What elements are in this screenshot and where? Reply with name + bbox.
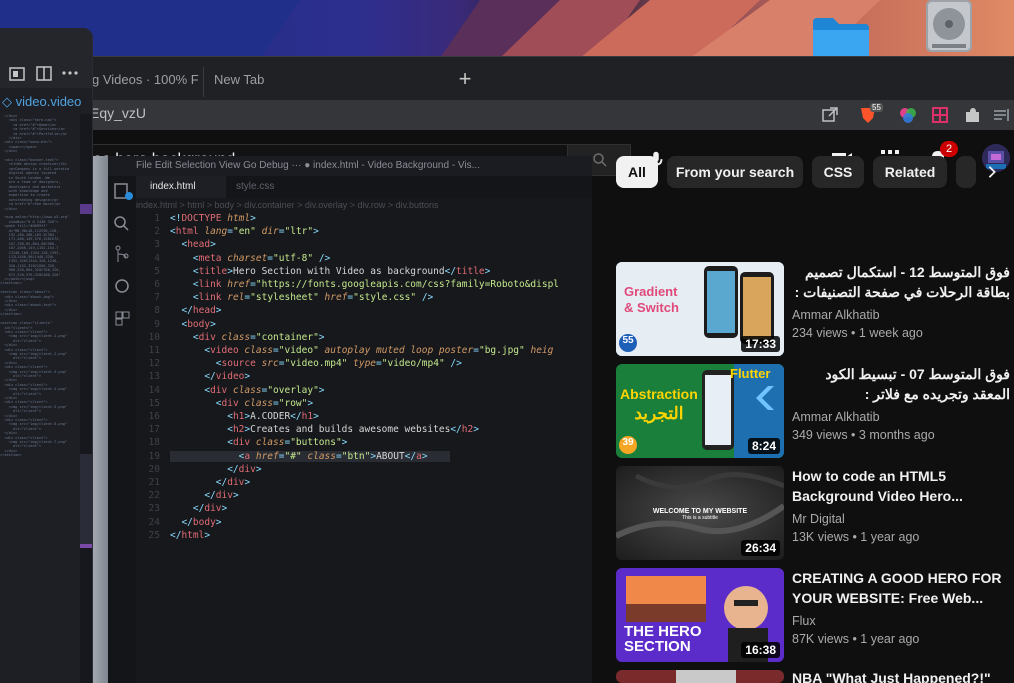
brave-badge: 55: [870, 103, 883, 112]
video-frame-vscode: File Edit Selection View Go Debug ··· ● …: [108, 156, 592, 683]
left-window-actions: [9, 66, 78, 81]
video-thumbnail[interactable]: [616, 670, 784, 683]
recommendation-card[interactable]: NBA "What Just Happened?!": [616, 670, 1014, 683]
thumbnail-episode-badge: 55: [622, 335, 634, 346]
video-meta: فوق المتوسط 12 - استكمال تصميم بطاقة الر…: [792, 262, 1010, 342]
video-stats: 13K views • 1 year ago: [792, 530, 920, 544]
channel-name[interactable]: Ammar Alkhatib: [792, 408, 1010, 426]
vscode-activity-bar: [108, 176, 136, 683]
extensions-puzzle-icon[interactable]: [962, 105, 982, 125]
folder-icon[interactable]: [811, 16, 871, 58]
thumbnail-headline: THE HERO SECTION: [624, 623, 702, 655]
chip-related[interactable]: Related: [873, 156, 947, 188]
tab-videos[interactable]: g Videos · 100% F: [82, 67, 202, 97]
video-meta: CREATING A GOOD HERO FOR YOUR WEBSITE: F…: [792, 568, 1010, 648]
chip-partial[interactable]: [956, 156, 976, 188]
chips-next-button[interactable]: [976, 156, 1008, 188]
video-stats: 234 views • 1 week ago: [792, 326, 923, 340]
video-title[interactable]: NBA "What Just Happened?!": [792, 670, 1010, 683]
thumbnail-flutter-label: Flutter: [730, 366, 771, 381]
desktop-wallpaper: [0, 0, 1014, 58]
hard-drive-icon[interactable]: [920, 0, 978, 52]
thumbnail-art: [616, 670, 784, 683]
video-meta: NBA "What Just Happened?!": [792, 670, 1010, 683]
minimap-marks: [80, 204, 92, 548]
left-window-toolbar: [0, 28, 92, 88]
address-bar[interactable]: Eqy_vzU: [90, 105, 146, 121]
recommendation-card[interactable]: Abstraction التجريد Flutter 39 8:24 فوق …: [616, 364, 1014, 458]
screen: g Videos · 100% F New Tab + Eqy_vzU 55 2…: [0, 0, 1014, 683]
vscode-breadcrumb: index.html > html > body > div.container…: [136, 200, 439, 210]
video-duration: 8:24: [747, 438, 780, 454]
channel-name[interactable]: Mr Digital: [792, 510, 1010, 528]
video-stats: 349 views • 3 months ago: [792, 428, 935, 442]
video-thumbnail[interactable]: Gradient & Switch 55 17:33: [616, 262, 784, 356]
tab-new-tab[interactable]: New Tab: [203, 67, 443, 97]
left-editor-window: ◇ video.video </div> <div class="hero-na…: [0, 28, 93, 683]
reading-list-icon[interactable]: [992, 105, 1012, 125]
recommendation-card[interactable]: Gradient & Switch 55 17:33 فوق المتوسط 1…: [616, 262, 1014, 356]
video-thumbnail[interactable]: THE HERO SECTION 16:38: [616, 568, 784, 662]
video-duration: 17:33: [741, 336, 780, 352]
search-icon: [593, 153, 607, 167]
vscode-editor-tabs: index.html style.css: [136, 176, 592, 198]
channel-name[interactable]: Ammar Alkhatib: [792, 306, 1010, 324]
video-stats: 87K views • 1 year ago: [792, 632, 920, 646]
vscode-tab-index: index.html: [136, 176, 226, 198]
left-window-file-label: video.video: [15, 94, 82, 109]
thumbnail-headline: Gradient & Switch: [624, 284, 679, 315]
chip-from-your-search[interactable]: From your search: [667, 156, 803, 188]
thumbnail-headline: WELCOME TO MY WEBSITE This is a subtitle: [652, 508, 748, 521]
recommendation-card[interactable]: THE HERO SECTION 16:38 CREATING A GOOD H…: [616, 568, 1014, 662]
grid-extension-icon[interactable]: [930, 105, 950, 125]
left-window-minimap[interactable]: [80, 114, 92, 683]
video-title[interactable]: فوق المتوسط 12 - استكمال تصميم بطاقة الر…: [792, 262, 1010, 302]
tab-strip: g Videos · 100% F New Tab +: [0, 56, 1014, 100]
vscode-menu-text: File Edit Selection View Go Debug ··· ● …: [136, 160, 480, 171]
video-meta: فوق المتوسط 07 - تبسيط الكود المعقد وتجر…: [792, 364, 1010, 444]
color-extension-icon[interactable]: [898, 105, 918, 125]
left-window-file-tab[interactable]: ◇ video.video: [2, 94, 81, 110]
vscode-tab-style: style.css: [236, 181, 275, 192]
video-thumbnail[interactable]: WELCOME TO MY WEBSITE This is a subtitle…: [616, 466, 784, 560]
video-meta: How to code an HTML5 Background Video He…: [792, 466, 1010, 546]
activity-icons: [114, 183, 133, 326]
chip-css[interactable]: CSS: [812, 156, 864, 188]
video-duration: 16:38: [741, 642, 780, 658]
notification-count-badge: 2: [940, 141, 958, 157]
channel-name[interactable]: Flux: [792, 612, 1010, 630]
video-thumbnail[interactable]: Abstraction التجريد Flutter 39 8:24: [616, 364, 784, 458]
video-title[interactable]: CREATING A GOOD HERO FOR YOUR WEBSITE: F…: [792, 568, 1010, 608]
thumbnail-episode-badge: 39: [622, 437, 634, 448]
video-duration: 26:34: [741, 540, 780, 556]
video-title[interactable]: فوق المتوسط 07 - تبسيط الكود المعقد وتجر…: [792, 364, 1010, 404]
video-player[interactable]: File Edit Selection View Go Debug ··· ● …: [78, 156, 592, 683]
chevron-right-icon: [988, 166, 996, 178]
vscode-code-area: 1 <!DOCTYPE html> 2 <html lang="en" dir="l…: [148, 213, 560, 541]
address-toolbar: Eqy_vzU 55: [0, 100, 1014, 130]
video-title[interactable]: How to code an HTML5 Background Video He…: [792, 466, 1010, 506]
open-external-icon[interactable]: [820, 105, 840, 125]
new-tab-button[interactable]: +: [452, 67, 478, 93]
vscode-title-bar: File Edit Selection View Go Debug ··· ● …: [108, 156, 592, 176]
left-window-code: </div> <div class="hero-nav"> <a href="#…: [0, 114, 70, 458]
recommendation-card[interactable]: WELCOME TO MY WEBSITE This is a subtitle…: [616, 466, 1014, 560]
chip-all[interactable]: All: [616, 156, 658, 188]
thumbnail-headline: Abstraction التجريد: [620, 386, 698, 423]
